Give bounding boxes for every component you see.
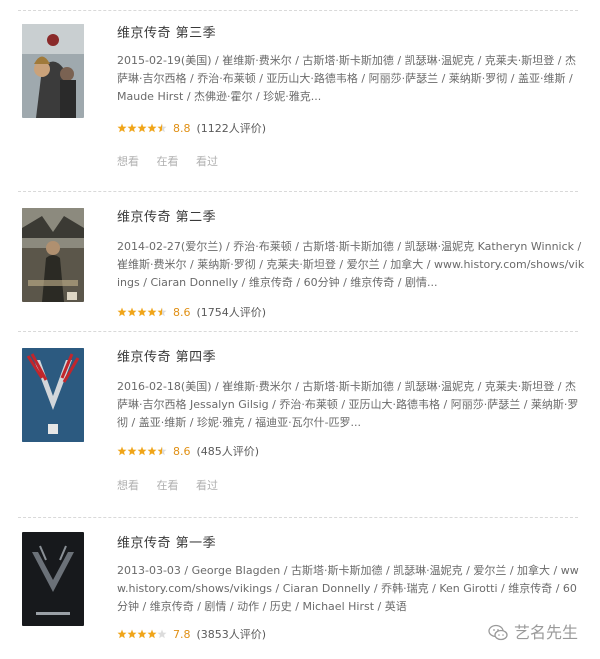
poster-s1-image — [22, 532, 84, 626]
divider — [18, 517, 578, 518]
vote-count: (485人评价) — [196, 445, 260, 458]
star-icon — [137, 123, 147, 136]
star-rating — [117, 307, 167, 320]
poster-s3-image — [22, 24, 84, 118]
result-title[interactable]: 维京传奇 第一季 — [117, 532, 216, 551]
action-links: 想看 在看 看过 — [117, 477, 232, 493]
result-item[interactable]: 维京传奇 第二季 2014-02-27(爱尔兰) / 乔治·布莱顿 / 古斯塔·… — [0, 206, 600, 326]
poster-image[interactable] — [22, 208, 84, 302]
star-icon — [137, 307, 147, 320]
watched-link[interactable]: 看过 — [196, 155, 218, 168]
divider — [18, 331, 578, 332]
star-icon — [157, 307, 167, 320]
result-meta: 2016-02-18(美国) / 崔维斯·费米尔 / 古斯塔·斯卡斯加德 / 凯… — [117, 380, 579, 429]
action-links: 想看 在看 看过 — [117, 153, 232, 169]
divider — [18, 191, 578, 192]
star-icon — [157, 446, 167, 459]
watched-link[interactable]: 看过 — [196, 479, 218, 492]
score-value: 8.6 — [173, 306, 191, 319]
star-icon — [117, 307, 127, 320]
result-title[interactable]: 维京传奇 第三季 — [117, 22, 216, 41]
result-meta: 2014-02-27(爱尔兰) / 乔治·布莱顿 / 古斯塔·斯卡斯加德 / 凯… — [117, 240, 585, 289]
rating-row: 7.8 (3853人评价) — [117, 626, 266, 642]
vote-count: (1122人评价) — [196, 122, 267, 135]
vote-count: (1754人评价) — [196, 306, 267, 319]
star-icon — [117, 446, 127, 459]
poster-image[interactable] — [22, 24, 84, 118]
star-icon — [157, 629, 167, 642]
poster-image[interactable] — [22, 348, 84, 442]
star-icon — [117, 123, 127, 136]
score-value: 8.6 — [173, 445, 191, 458]
star-icon — [147, 629, 157, 642]
want-to-watch-link[interactable]: 想看 — [117, 155, 139, 168]
star-icon — [157, 123, 167, 136]
score-value: 7.8 — [173, 628, 191, 641]
result-item[interactable]: 维京传奇 第四季 2016-02-18(美国) / 崔维斯·费米尔 / 古斯塔·… — [0, 346, 600, 511]
star-icon — [117, 629, 127, 642]
result-item[interactable]: 维京传奇 第三季 2015-02-19(美国) / 崔维斯·费米尔 / 古斯塔·… — [0, 22, 600, 182]
result-meta: 2013-03-03 / George Blagden / 古斯塔·斯卡斯加德 … — [117, 564, 579, 613]
vote-count: (3853人评价) — [196, 628, 267, 641]
star-icon — [137, 446, 147, 459]
star-icon — [147, 123, 157, 136]
watching-link[interactable]: 在看 — [157, 155, 179, 168]
star-icon — [137, 629, 147, 642]
watching-link[interactable]: 在看 — [157, 479, 179, 492]
star-icon — [127, 446, 137, 459]
wechat-logo-icon — [488, 624, 508, 641]
star-rating — [117, 629, 167, 642]
star-icon — [147, 446, 157, 459]
rating-row: 8.6 (485人评价) — [117, 443, 259, 459]
star-rating — [117, 123, 167, 136]
watermark: 艺名先生 — [488, 619, 578, 644]
score-value: 8.8 — [173, 122, 191, 135]
poster-s2-image — [22, 208, 84, 302]
star-icon — [147, 307, 157, 320]
result-meta: 2015-02-19(美国) / 崔维斯·费米尔 / 古斯塔·斯卡斯加德 / 凯… — [117, 54, 576, 103]
watermark-text: 艺名先生 — [513, 622, 578, 642]
star-icon — [127, 307, 137, 320]
star-icon — [127, 123, 137, 136]
poster-image[interactable] — [22, 532, 84, 626]
star-rating — [117, 446, 167, 459]
result-title[interactable]: 维京传奇 第四季 — [117, 346, 216, 365]
divider — [18, 10, 578, 11]
result-title[interactable]: 维京传奇 第二季 — [117, 206, 216, 225]
want-to-watch-link[interactable]: 想看 — [117, 479, 139, 492]
star-icon — [127, 629, 137, 642]
rating-row: 8.6 (1754人评价) — [117, 304, 266, 320]
rating-row: 8.8 (1122人评价) — [117, 120, 266, 136]
poster-s4-image — [22, 348, 84, 442]
